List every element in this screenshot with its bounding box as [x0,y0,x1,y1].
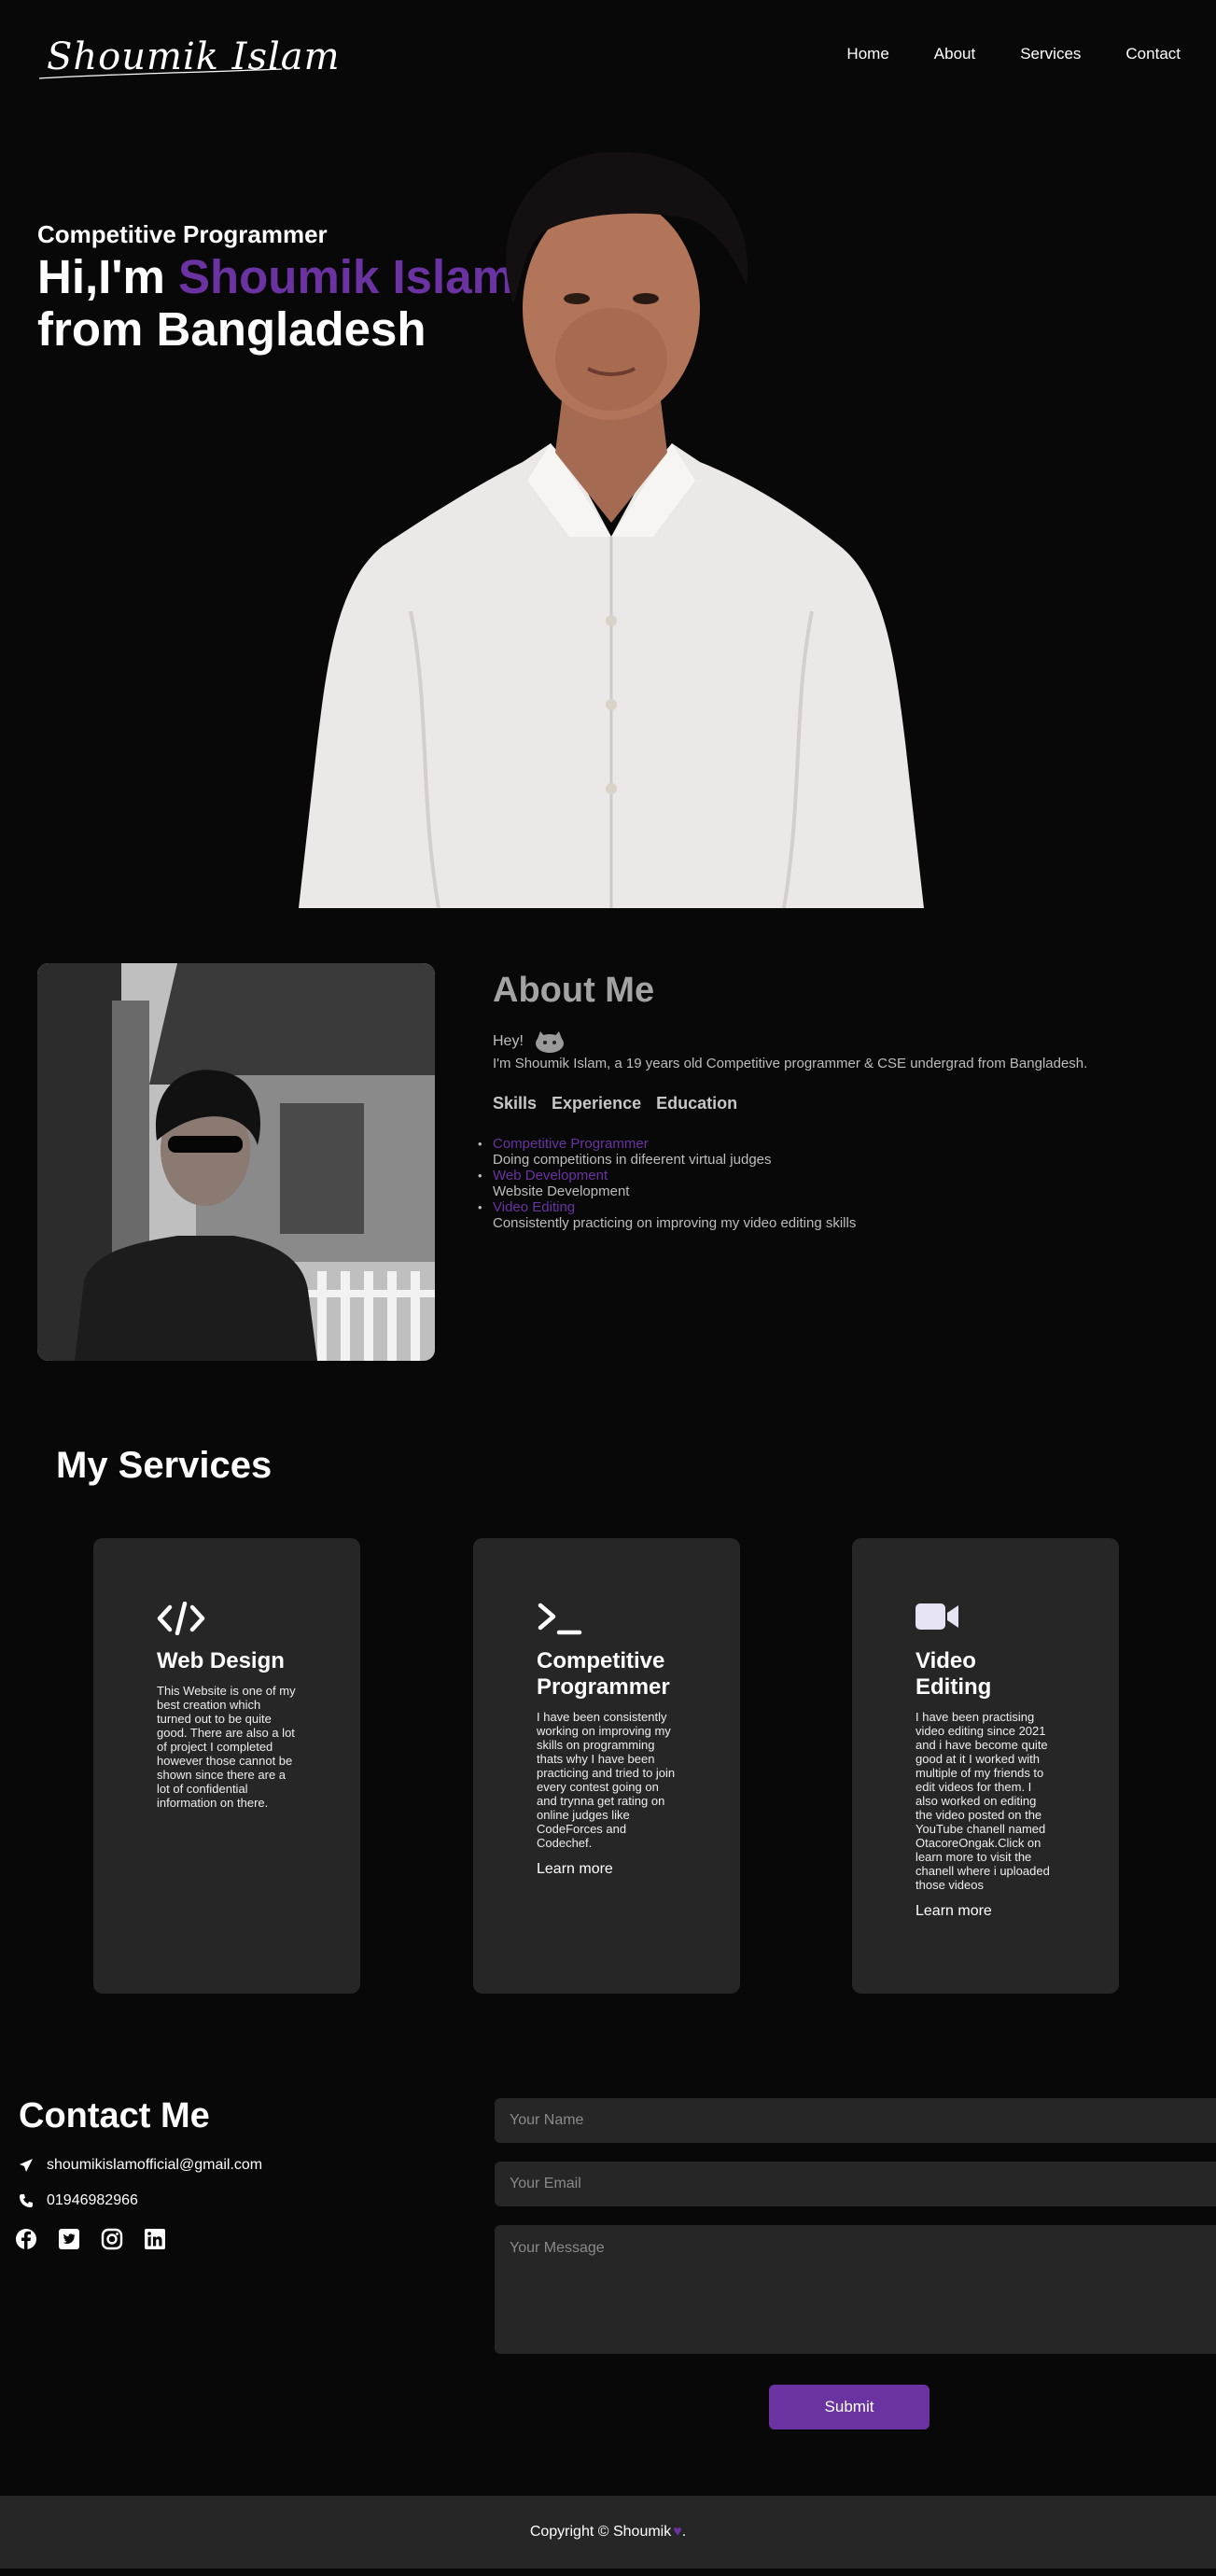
learn-more-link[interactable]: Learn more [537,1861,677,1878]
about-title: About Me [493,971,655,1010]
email-input[interactable] [495,2162,1216,2206]
about-intro: I'm Shoumik Islam, a 19 years old Compet… [493,1056,1088,1071]
skill-desc: Doing competitions in difeerent virtual … [493,1152,772,1168]
about-section: About Me Hey! I'm Shoumik Islam, a 19 ye… [478,971,1183,1231]
phone-icon [20,2194,33,2207]
service-card-web-design: Web Design This Website is one of my bes… [93,1538,360,1994]
skill-title: Video Editing [493,1199,576,1215]
tab-skills[interactable]: Skills [493,1094,537,1113]
skill-title: Competitive Programmer [493,1136,649,1152]
skills-list: Competitive Programmer Doing competition… [478,1136,1183,1231]
twitter-icon[interactable] [58,2228,80,2250]
instagram-icon[interactable] [101,2228,123,2250]
submit-button[interactable]: Submit [769,2385,929,2429]
contact-phone[interactable]: 01946982966 [19,2192,262,2209]
contact-section: Contact Me shoumikislamofficial@gmail.co… [16,2096,262,2250]
service-card-competitive-programmer: Competitive Programmer I have been consi… [473,1538,740,1994]
nav-link-about[interactable]: About [934,45,975,63]
phone-text: 01946982966 [47,2192,138,2208]
social-links [15,2228,262,2250]
nav-link-services[interactable]: Services [1020,45,1081,63]
list-item: Web Development Website Development [478,1168,1183,1199]
service-card-video-editing: Video Editing I have been practising vid… [852,1538,1119,1994]
service-title: Video Editing [915,1648,992,1700]
service-text: I have been practising video editing sin… [915,1710,1050,1892]
copyright-text: Copyright © Shoumik [529,2524,672,2540]
about-hey: Hey! [493,1029,1183,1054]
skill-desc: Consistently practicing on improving my … [493,1215,857,1231]
contact-title: Contact Me [19,2096,210,2135]
facebook-icon[interactable] [15,2228,37,2250]
code-icon [157,1602,205,1635]
heart-icon: ♥ [673,2524,682,2540]
paper-plane-icon [20,2159,33,2172]
contact-email[interactable]: shoumikislamofficial@gmail.com [19,2157,262,2174]
cat-emoji-icon [535,1031,564,1053]
tab-education[interactable]: Education [656,1094,737,1113]
linkedin-icon[interactable] [144,2228,166,2250]
list-item: Video Editing Consistently practicing on… [478,1199,1183,1231]
site-logo[interactable]: Shoumik Islam [37,34,340,84]
logo-underline [38,68,283,79]
video-icon [915,1603,958,1630]
hero-portrait-image [299,151,924,908]
list-item: Competitive Programmer Doing competition… [478,1136,1183,1168]
services-title: My Services [56,1445,273,1486]
skill-desc: Website Development [493,1183,630,1199]
navbar: Shoumik Islam Home About Services Contac… [0,0,1216,112]
hero-greeting: Hi,I'm [37,250,178,303]
nav-menu: Home About Services Contact [846,45,1181,63]
terminal-icon [538,1603,582,1635]
nav-link-home[interactable]: Home [846,45,888,63]
skill-title: Web Development [493,1168,608,1183]
email-text: shoumikislamofficial@gmail.com [47,2157,263,2173]
service-title: Web Design [157,1648,285,1673]
about-photo [37,963,435,1361]
tab-experience[interactable]: Experience [552,1094,641,1113]
learn-more-link[interactable]: Learn more [915,1903,1054,1920]
service-title: Competitive Programmer [537,1648,670,1700]
copyright-end: . [681,2524,687,2540]
service-text: This Website is one of my best creation … [157,1684,296,1810]
footer: Copyright © Shoumik ♥. [0,2496,1216,2569]
message-textarea[interactable] [495,2225,1216,2354]
nav-link-contact[interactable]: Contact [1125,45,1181,63]
hey-text: Hey! [493,1033,524,1049]
service-text: I have been consistently working on impr… [537,1710,676,1850]
name-input[interactable] [495,2098,1216,2143]
about-tabs: Skills Experience Education [493,1094,1183,1113]
